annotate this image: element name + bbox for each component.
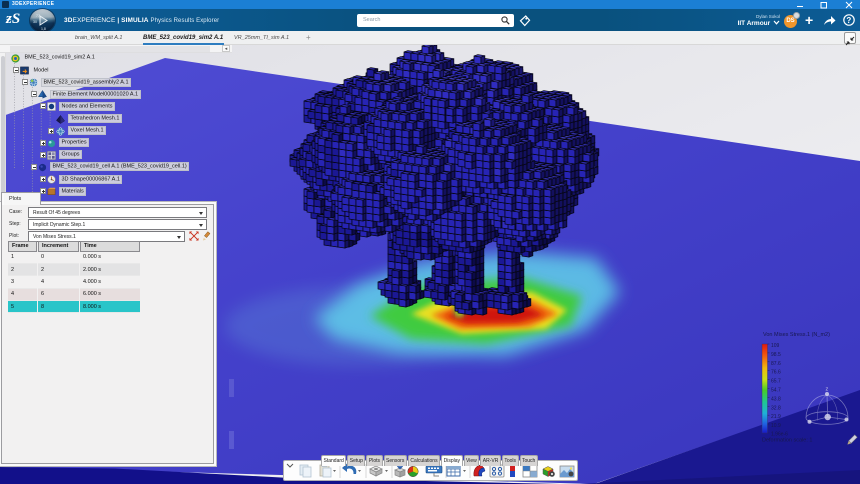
svg-text:54.7: 54.7 [771,388,781,394]
svg-text:Deformation scale: 1: Deformation scale: 1 [762,438,812,444]
svg-text:65.7: 65.7 [771,379,781,385]
svg-text:98.5: 98.5 [771,352,781,358]
svg-text:109: 109 [771,343,780,349]
svg-text:21.9: 21.9 [771,414,781,420]
svg-text:32.8: 32.8 [771,405,781,411]
svg-text:77: 77 [36,14,40,18]
svg-text:Von Mises Stress.1 (N_m2): Von Mises Stress.1 (N_m2) [763,332,830,338]
svg-text:87.6: 87.6 [771,361,781,367]
svg-text:30: 30 [33,20,37,24]
svg-text:43.8: 43.8 [771,396,781,402]
svg-text:76.6: 76.6 [771,370,781,376]
svg-text:z: z [826,387,829,393]
svg-text:10.9: 10.9 [771,423,781,429]
svg-text:?: ? [846,16,851,25]
